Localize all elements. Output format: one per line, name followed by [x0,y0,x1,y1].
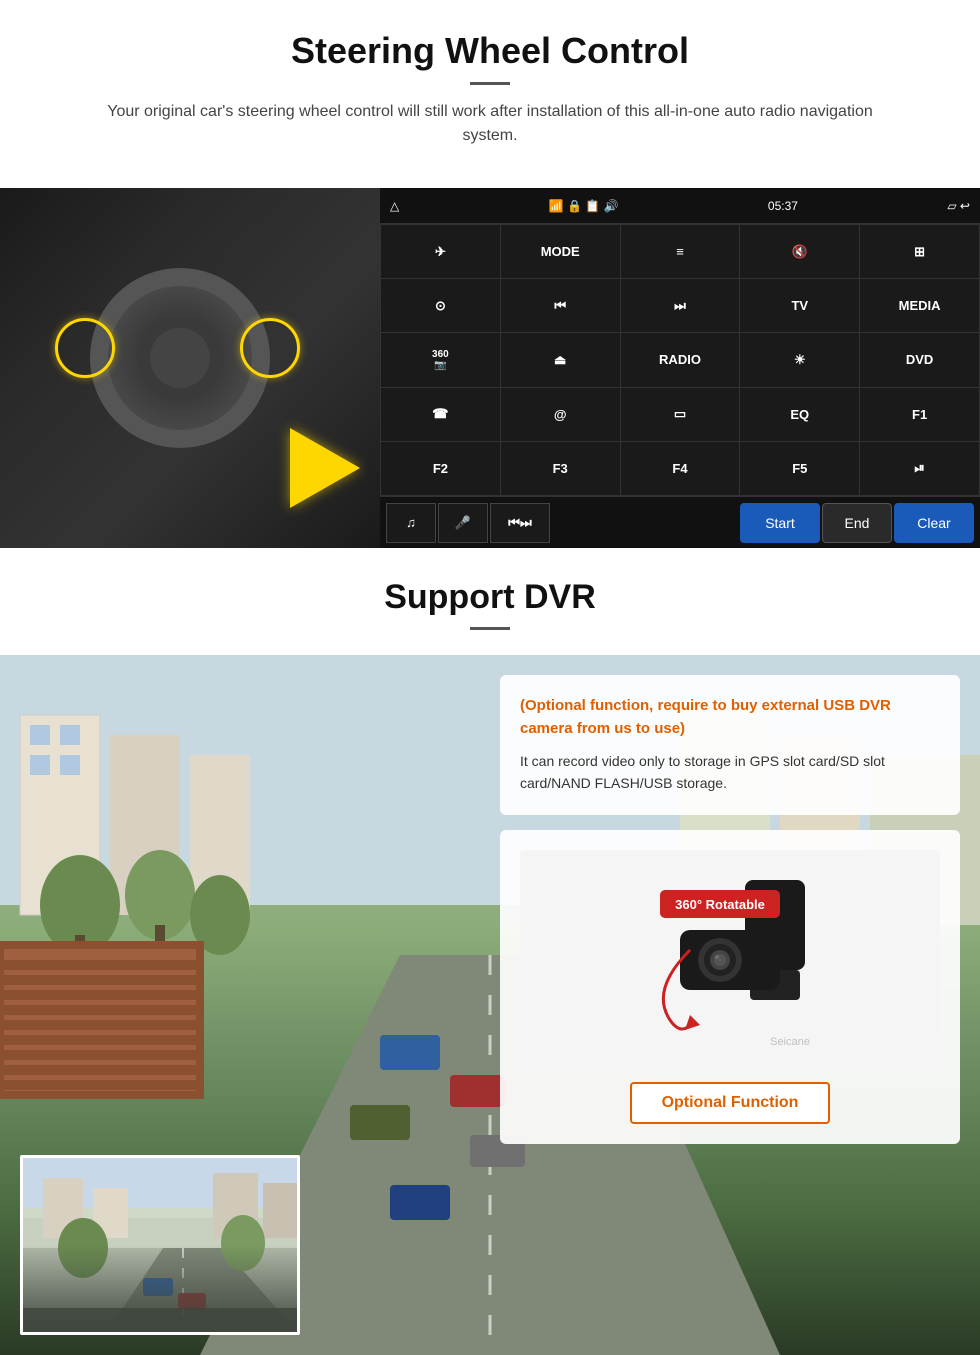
topbar-window-icon: ▱ ↩ [947,199,970,213]
steering-main-panel: △ 📶 🔒 📋 🔊 05:37 ▱ ↩ ✈ MODE ≡ 🔇 ⊞ ⊙ ⏮ ⏭ T… [0,188,980,548]
radio-btn-internet[interactable]: @ [501,388,620,441]
radio-btn-tv[interactable]: TV [740,279,859,332]
radio-btn-music[interactable]: ♫ [386,503,436,543]
radio-btn-f4[interactable]: F4 [621,442,740,495]
steering-section: Steering Wheel Control Your original car… [0,0,980,188]
dvr-inset-svg [23,1158,300,1335]
radio-btn-grid[interactable]: ⊞ [860,225,979,278]
radio-ui-panel: △ 📶 🔒 📋 🔊 05:37 ▱ ↩ ✈ MODE ≡ 🔇 ⊞ ⊙ ⏮ ⏭ T… [380,188,980,548]
steering-description: Your original car's steering wheel contr… [90,100,890,148]
dvr-description: It can record video only to storage in G… [520,750,940,795]
radio-topbar: △ 📶 🔒 📋 🔊 05:37 ▱ ↩ [380,188,980,224]
dvr-inset-photo [20,1155,300,1335]
optional-function-button[interactable]: Optional Function [630,1082,831,1124]
radio-btn-f3[interactable]: F3 [501,442,620,495]
dvr-main-panel: (Optional function, require to buy exter… [0,655,980,1355]
dvr-camera-illustration: 360° Rotatable Seicane [520,850,940,1070]
radio-btn-360[interactable]: 360📷 [381,333,500,386]
steering-photo [0,188,380,548]
radio-button-grid: ✈ MODE ≡ 🔇 ⊞ ⊙ ⏮ ⏭ TV MEDIA 360📷 ⏏ RADIO… [380,224,980,496]
sw-left-controls-highlight [55,318,115,378]
dvr-camera-svg: 360° Rotatable Seicane [590,860,870,1060]
radio-btn-screen[interactable]: ▭ [621,388,740,441]
start-button[interactable]: Start [740,503,820,543]
divider-dvr [470,627,510,630]
dvr-section-header: Support DVR [0,548,980,655]
steering-title: Steering Wheel Control [40,30,940,72]
radio-btn-f2[interactable]: F2 [381,442,500,495]
radio-btn-dvd[interactable]: DVD [860,333,979,386]
radio-bottom-row: ♫ 🎤 ⏮⏭ Start End Clear [380,496,980,548]
sw-right-controls-highlight [240,318,300,378]
sw-arrow-indicator [290,428,360,508]
radio-btn-playpause[interactable]: ⏯ [860,442,979,495]
clear-button[interactable]: Clear [894,503,974,543]
radio-btn-mic[interactable]: 🎤 [438,503,488,543]
radio-btn-f1[interactable]: F1 [860,388,979,441]
svg-text:360° Rotatable: 360° Rotatable [675,897,765,912]
radio-btn-eject[interactable]: ⏏ [501,333,620,386]
radio-btn-eq[interactable]: EQ [740,388,859,441]
radio-btn-f5[interactable]: F5 [740,442,859,495]
radio-btn-settings[interactable]: ⊙ [381,279,500,332]
end-button[interactable]: End [822,503,892,543]
dvr-info-box: (Optional function, require to buy exter… [500,675,960,815]
dvr-camera-box: 360° Rotatable Seicane Optional Function [500,830,960,1144]
radio-btn-brightness[interactable]: ☀ [740,333,859,386]
dvr-optional-text: (Optional function, require to buy exter… [520,695,940,740]
radio-btn-media[interactable]: MEDIA [860,279,979,332]
radio-btn-mute[interactable]: 🔇 [740,225,859,278]
topbar-status-icons: 📶 🔒 📋 🔊 [549,199,619,213]
svg-text:Seicane: Seicane [770,1036,810,1048]
divider-steering [470,82,510,85]
radio-btn-mode[interactable]: MODE [501,225,620,278]
radio-btn-menu[interactable]: ≡ [621,225,740,278]
radio-btn-phone[interactable]: ☎ [381,388,500,441]
radio-btn-next[interactable]: ⏭ [621,279,740,332]
radio-btn-radio[interactable]: RADIO [621,333,740,386]
dvr-title: Support DVR [40,578,940,617]
radio-btn-nav[interactable]: ✈ [381,225,500,278]
radio-btn-prev[interactable]: ⏮ [501,279,620,332]
radio-btn-skip[interactable]: ⏮⏭ [490,503,550,543]
dvr-overlay-right: (Optional function, require to buy exter… [490,655,980,1355]
topbar-home-icon: △ [390,199,399,213]
dvr-overlay-left [0,655,490,1355]
topbar-time: 05:37 [768,199,798,213]
